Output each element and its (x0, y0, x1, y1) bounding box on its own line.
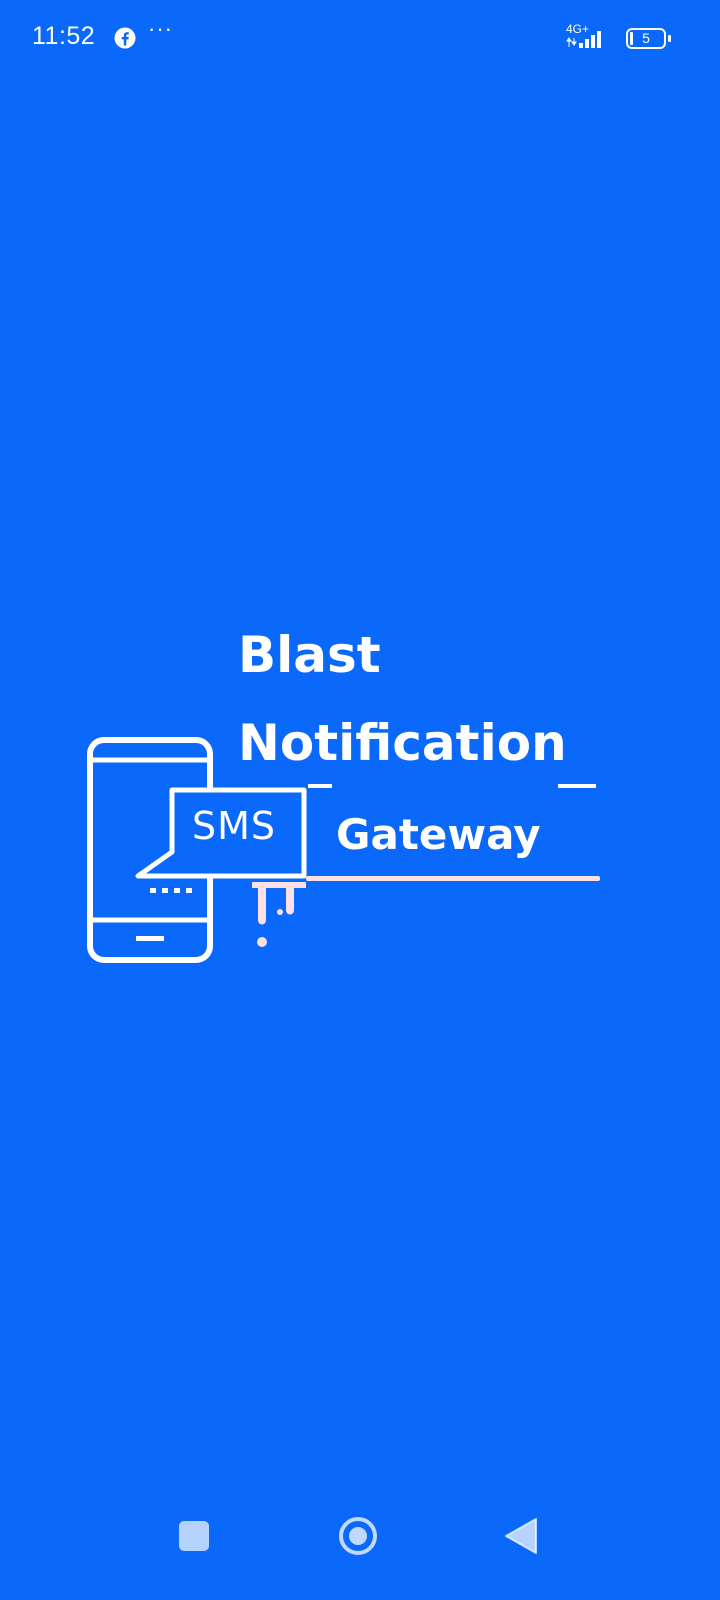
recent-apps-button[interactable] (164, 1506, 224, 1566)
logo-sms-badge: SMS (191, 804, 277, 848)
status-bar: 11:52 ··· 4G+ 5 (0, 0, 720, 80)
battery-indicator: 5 (626, 28, 674, 50)
more-notifications-indicator: ··· (148, 16, 173, 41)
facebook-icon (114, 27, 136, 49)
logo-text-gateway: Gateway (336, 810, 541, 859)
triangle-back-icon (505, 1518, 537, 1554)
logo-text-notification: Notification (238, 714, 567, 772)
status-time: 11:52 (32, 22, 96, 50)
back-button[interactable] (492, 1506, 552, 1566)
square-icon (179, 1521, 209, 1551)
home-button[interactable] (328, 1506, 388, 1566)
signal-strength-icon (566, 31, 601, 48)
app-logo: Blast Notification SMS Gateway (80, 620, 640, 980)
logo-text-blast: Blast (238, 626, 381, 684)
battery-level: 5 (642, 30, 650, 46)
